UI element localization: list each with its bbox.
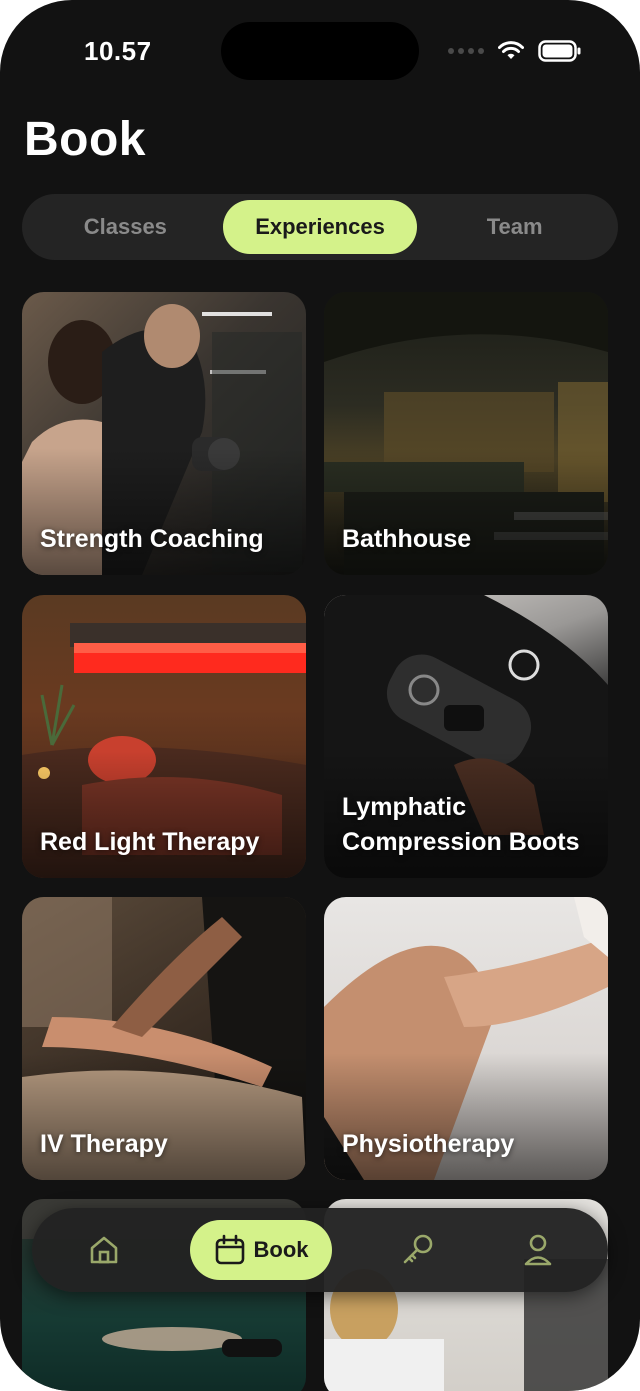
card-bathhouse[interactable]: Bathhouse: [324, 292, 608, 575]
tab-book[interactable]: Book: [190, 1220, 332, 1280]
key-icon: [403, 1234, 433, 1264]
tab-access[interactable]: [386, 1208, 450, 1292]
card-label: Red Light Therapy: [40, 828, 260, 856]
tab-profile[interactable]: [506, 1208, 570, 1292]
card-label: Bathhouse: [342, 525, 472, 553]
card-iv-therapy[interactable]: IV Therapy: [22, 897, 306, 1180]
phone-screen: 10.57 Book Classes Experiences Team Stre…: [0, 0, 640, 1391]
card-label: Lymphatic Compression Boots: [342, 793, 580, 856]
tab-team[interactable]: Team: [417, 200, 612, 254]
home-icon: [90, 1236, 118, 1264]
dynamic-island: [221, 22, 419, 80]
card-lymphatic-compression-boots[interactable]: Lymphatic Compression Boots: [324, 595, 608, 878]
card-strength-coaching[interactable]: Strength Coaching: [22, 292, 306, 575]
card-label: IV Therapy: [40, 1130, 168, 1158]
tab-classes[interactable]: Classes: [28, 200, 223, 254]
status-time: 10.57: [84, 36, 152, 66]
tab-home[interactable]: [72, 1208, 136, 1292]
card-label: Strength Coaching: [40, 525, 264, 553]
card-label: Physiotherapy: [342, 1130, 515, 1158]
tab-experiences[interactable]: Experiences: [222, 200, 418, 254]
battery-icon: [538, 40, 581, 62]
tab-book-label: Book: [253, 1237, 309, 1262]
status-icons: [448, 40, 582, 62]
segmented-control: Classes Experiences Team: [22, 194, 618, 260]
calendar-icon: [215, 1234, 244, 1265]
wifi-icon: [498, 41, 524, 59]
bottom-tab-bar: Book: [32, 1208, 608, 1292]
signal-icon: [448, 48, 484, 54]
profile-icon: [524, 1234, 552, 1266]
page-title: Book: [24, 113, 146, 166]
card-red-light-therapy[interactable]: Red Light Therapy: [22, 595, 306, 878]
card-physiotherapy[interactable]: Physiotherapy: [324, 897, 608, 1180]
